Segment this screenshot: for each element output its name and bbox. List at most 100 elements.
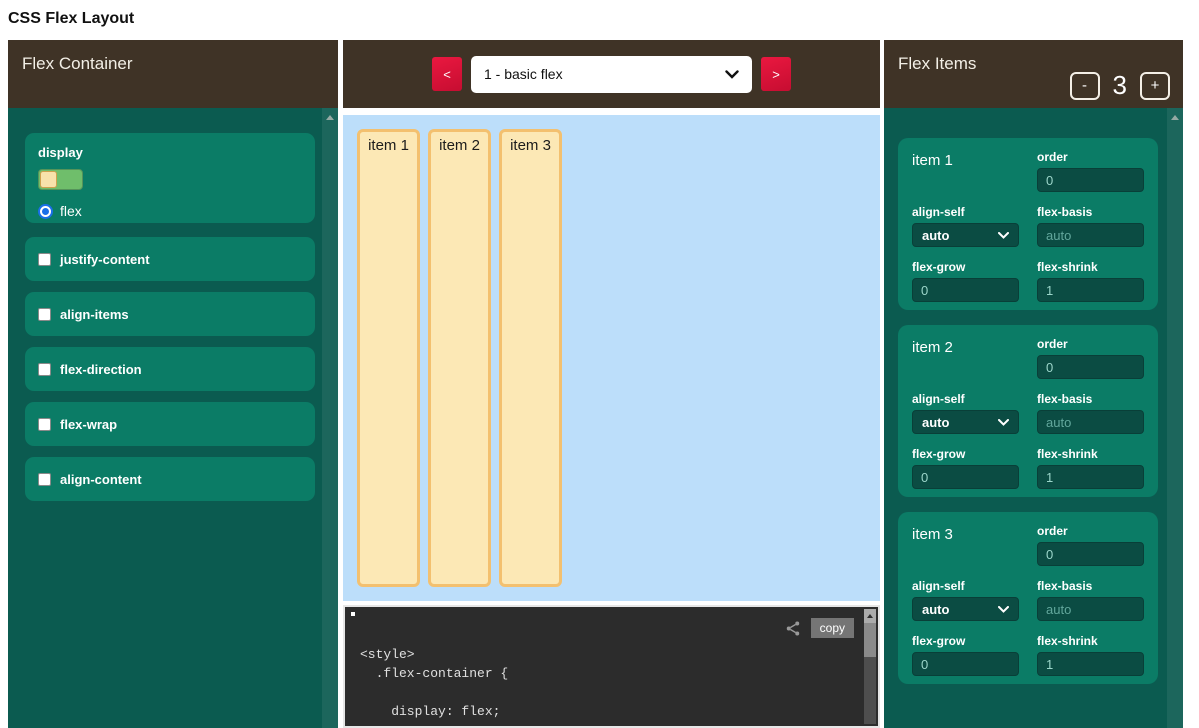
code-line: <style> (360, 645, 508, 664)
align-content-checkbox[interactable] (38, 473, 51, 486)
item-count-controls: - 3 + (1070, 70, 1170, 101)
flex-items-panel: Flex Items - 3 + item 1 order align-self… (884, 40, 1183, 728)
property-card-flex-wrap[interactable]: flex-wrap (25, 402, 315, 446)
property-card-justify-content[interactable]: justify-content (25, 237, 315, 281)
property-label: align-content (60, 472, 142, 487)
flex-container-title: Flex Container (22, 54, 133, 74)
sample-select-value: 1 - basic flex (484, 66, 563, 82)
items-panel-scrollbar[interactable] (1167, 108, 1183, 728)
flex-radio[interactable] (38, 204, 53, 219)
next-sample-button[interactable]: > (761, 57, 791, 91)
decrease-items-button[interactable]: - (1070, 72, 1100, 100)
display-card: display flex (25, 133, 315, 223)
flex-grow-input[interactable] (912, 465, 1019, 489)
align-self-label: align-self (912, 392, 1019, 406)
flex-radio-label: flex (60, 203, 82, 219)
order-label: order (1037, 150, 1144, 164)
item-card-title: item 2 (912, 337, 1019, 379)
flex-shrink-label: flex-shrink (1037, 260, 1144, 274)
property-label: align-items (60, 307, 129, 322)
code-scrollbar[interactable] (864, 609, 876, 724)
flex-shrink-field: flex-shrink (1037, 447, 1144, 489)
flex-grow-field: flex-grow (912, 447, 1019, 489)
chevron-down-icon (998, 606, 1009, 613)
flex-basis-field: flex-basis (1037, 205, 1144, 247)
flex-grow-field: flex-grow (912, 634, 1019, 676)
flex-basis-input[interactable] (1037, 223, 1144, 247)
display-toggle[interactable] (38, 169, 83, 190)
flex-grow-input[interactable] (912, 278, 1019, 302)
flex-grow-input[interactable] (912, 652, 1019, 676)
flex-shrink-field: flex-shrink (1037, 634, 1144, 676)
align-self-value: auto (922, 602, 949, 617)
chevron-down-icon (998, 232, 1009, 239)
flex-basis-input[interactable] (1037, 597, 1144, 621)
flex-items-title: Flex Items (898, 54, 976, 74)
order-input[interactable] (1037, 542, 1144, 566)
code-scrollbar-thumb[interactable] (864, 623, 876, 657)
property-card-flex-direction[interactable]: flex-direction (25, 347, 315, 391)
flex-basis-input[interactable] (1037, 410, 1144, 434)
flex-shrink-input[interactable] (1037, 278, 1144, 302)
sample-select[interactable]: 1 - basic flex (471, 56, 752, 93)
order-field: order (1037, 524, 1144, 566)
flex-shrink-input[interactable] (1037, 652, 1144, 676)
order-field: order (1037, 337, 1144, 379)
align-self-select[interactable]: auto (912, 410, 1019, 434)
flex-basis-field: flex-basis (1037, 392, 1144, 434)
container-panel-scrollbar[interactable] (322, 108, 338, 728)
flex-items-header: Flex Items - 3 + (884, 40, 1183, 108)
align-self-select[interactable]: auto (912, 597, 1019, 621)
align-items-checkbox[interactable] (38, 308, 51, 321)
flex-item: item 1 (357, 129, 420, 587)
increase-items-button[interactable]: + (1140, 72, 1170, 100)
order-field: order (1037, 150, 1144, 192)
scroll-up-icon[interactable] (864, 609, 876, 623)
property-label: justify-content (60, 252, 150, 267)
prev-sample-button[interactable]: < (432, 57, 462, 91)
scroll-up-icon[interactable] (1171, 115, 1179, 120)
chevron-down-icon (998, 419, 1009, 426)
flex-items-body: item 1 order align-self auto flex-basis (884, 108, 1183, 728)
flex-item: item 2 (428, 129, 491, 587)
page-title: CSS Flex Layout (8, 10, 134, 28)
share-icon[interactable] (784, 620, 802, 637)
align-self-value: auto (922, 415, 949, 430)
property-card-align-items[interactable]: align-items (25, 292, 315, 336)
flex-direction-checkbox[interactable] (38, 363, 51, 376)
flex-container-body: display flex justify-content align-items… (8, 108, 338, 728)
flex-radio-row: flex (38, 203, 302, 219)
scroll-up-icon[interactable] (326, 115, 334, 120)
flex-grow-label: flex-grow (912, 260, 1019, 274)
flex-preview-container: item 1 item 2 item 3 (343, 115, 880, 601)
sample-nav-header: < 1 - basic flex > (343, 40, 880, 108)
chevron-down-icon (725, 70, 739, 79)
align-self-field: align-self auto (912, 579, 1019, 621)
flex-basis-label: flex-basis (1037, 392, 1144, 406)
toggle-knob-icon (40, 171, 57, 188)
property-label: flex-wrap (60, 417, 117, 432)
justify-content-checkbox[interactable] (38, 253, 51, 266)
align-self-field: align-self auto (912, 205, 1019, 247)
item-card-title: item 1 (912, 150, 1019, 192)
flex-shrink-input[interactable] (1037, 465, 1144, 489)
flex-wrap-checkbox[interactable] (38, 418, 51, 431)
code-line (360, 683, 508, 702)
code-line: .flex-container { (360, 664, 508, 683)
flex-container-header: Flex Container (8, 40, 338, 108)
item-card-1: item 1 order align-self auto flex-basis (898, 138, 1158, 310)
align-self-select[interactable]: auto (912, 223, 1019, 247)
flex-shrink-field: flex-shrink (1037, 260, 1144, 302)
flex-basis-label: flex-basis (1037, 579, 1144, 593)
order-input[interactable] (1037, 168, 1144, 192)
flex-grow-label: flex-grow (912, 447, 1019, 461)
copy-button[interactable]: copy (811, 618, 854, 638)
align-self-field: align-self auto (912, 392, 1019, 434)
flex-shrink-label: flex-shrink (1037, 447, 1144, 461)
flex-basis-field: flex-basis (1037, 579, 1144, 621)
order-input[interactable] (1037, 355, 1144, 379)
property-card-align-content[interactable]: align-content (25, 457, 315, 501)
flex-item: item 3 (499, 129, 562, 587)
code-area: <style> .flex-container { display: flex; (360, 645, 508, 721)
flex-shrink-label: flex-shrink (1037, 634, 1144, 648)
